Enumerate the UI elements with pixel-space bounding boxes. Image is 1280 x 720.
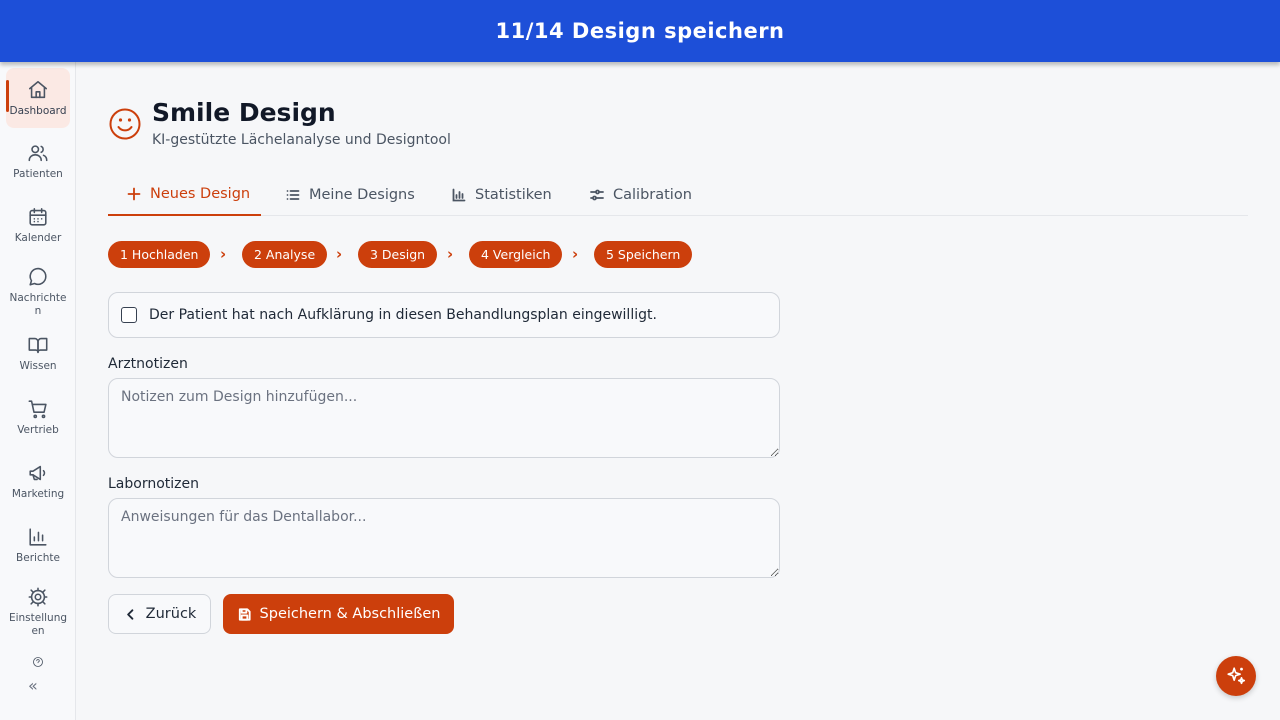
sidebar-item-label: Dashboard [9, 105, 67, 117]
bar-chart-icon [29, 528, 47, 546]
task-banner: 11/14 Design speichern [0, 0, 1280, 62]
page-title: Smile Design [152, 98, 336, 127]
ai-assistant-button[interactable] [1216, 656, 1256, 696]
sidebar-item-wissen[interactable]: Wissen [6, 334, 70, 373]
doctor-notes-textarea[interactable] [108, 378, 780, 458]
task-banner-title: 11/14 Design speichern [495, 19, 785, 43]
step-speichern[interactable]: 5 Speichern [594, 241, 693, 268]
tab-neues-design[interactable]: Neues Design [108, 174, 261, 216]
help-icon [33, 657, 43, 667]
lab-notes-textarea[interactable] [108, 498, 780, 578]
consent-label: Der Patient hat nach Aufklärung in diese… [149, 307, 657, 323]
doctor-notes-label: Arztnotizen [108, 356, 188, 372]
bar-chart-icon [452, 188, 466, 202]
book-icon [28, 337, 48, 354]
save-and-finish-button[interactable]: Speichern & Abschließen [223, 594, 454, 634]
save-icon [238, 607, 251, 621]
tab-label: Statistiken [475, 187, 552, 203]
sidebar-item-vertrieb[interactable]: Vertrieb [6, 398, 70, 437]
tab-label: Calibration [613, 187, 692, 203]
sidebar-item-dashboard[interactable]: Dashboard [6, 68, 70, 128]
sidebar: Dashboard Patienten Kalender Nachrichten… [0, 62, 76, 720]
lab-notes-label: Labornotizen [108, 476, 199, 492]
tab-label: Neues Design [150, 186, 251, 202]
sidebar-item-nachrichten[interactable]: Nachrichten [6, 266, 70, 318]
save-button-label: Speichern & Abschließen [259, 606, 441, 622]
message-icon [29, 267, 47, 286]
sparkles-icon [1227, 667, 1246, 685]
users-icon [28, 145, 48, 162]
main-content: Smile Design KI-gestützte Lächelanalyse … [76, 62, 1280, 720]
back-button-label: Zurück [145, 606, 197, 622]
tab-bar: Neues Design Meine Designs Statistiken C… [108, 174, 1248, 216]
sidebar-item-label: Einstellungen [8, 612, 68, 637]
megaphone-icon [29, 465, 46, 481]
sidebar-item-help[interactable] [6, 656, 70, 672]
step-vergleich[interactable]: 4 Vergleich [469, 241, 563, 268]
gear-icon [28, 587, 48, 607]
consent-checkbox[interactable] [121, 307, 137, 323]
list-icon [286, 190, 300, 200]
sidebar-item-label: Berichte [16, 552, 60, 564]
sliders-icon [590, 189, 604, 201]
chevron-right-icon: › [220, 245, 227, 263]
sidebar-item-label: Vertrieb [17, 424, 59, 436]
sidebar-item-label: Wissen [19, 360, 57, 372]
tab-statistiken[interactable]: Statistiken [451, 174, 552, 216]
chevron-right-icon: › [336, 245, 343, 263]
sidebar-item-label: Patienten [13, 168, 63, 180]
sidebar-item-berichte[interactable]: Berichte [6, 526, 70, 565]
sidebar-item-kalender[interactable]: Kalender [6, 206, 70, 245]
sidebar-item-marketing[interactable]: Marketing [6, 462, 70, 501]
back-button[interactable]: Zurück [108, 594, 211, 634]
home-icon [28, 80, 48, 99]
sidebar-item-label: Kalender [14, 232, 62, 244]
sidebar-item-label: Nachrichten [9, 292, 67, 317]
cart-icon [28, 400, 47, 419]
step-hochladen[interactable]: 1 Hochladen [108, 241, 211, 268]
tab-meine-designs[interactable]: Meine Designs [285, 174, 415, 216]
step-analyse[interactable]: 2 Analyse [242, 241, 328, 268]
calendar-icon [29, 207, 47, 226]
sidebar-item-label: Marketing [11, 488, 65, 500]
step-design[interactable]: 3 Design [358, 241, 438, 268]
consent-box: Der Patient hat nach Aufklärung in diese… [108, 292, 780, 338]
tab-calibration[interactable]: Calibration [589, 174, 692, 216]
chevron-right-icon: › [447, 245, 454, 263]
plus-icon [127, 187, 141, 201]
smile-icon [108, 107, 142, 141]
chevron-left-icon [126, 608, 133, 620]
sidebar-item-einstellungen[interactable]: Einstellungen [6, 586, 70, 638]
chevron-right-icon: › [572, 245, 579, 263]
tab-label: Meine Designs [309, 187, 415, 203]
page-subtitle: KI-gestützte Lächelanalyse und Designtoo… [152, 132, 451, 148]
sidebar-item-patienten[interactable]: Patienten [6, 142, 70, 181]
collapse-sidebar-button[interactable]: « [28, 676, 38, 695]
